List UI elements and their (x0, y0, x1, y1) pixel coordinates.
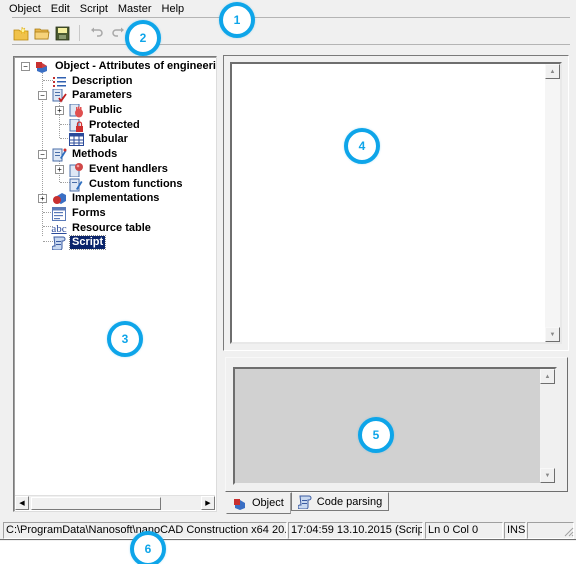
list-icon (51, 75, 67, 89)
tree-node-label: Protected (89, 119, 140, 131)
collapse-methods-toggle[interactable]: − (38, 150, 47, 159)
abc-resource-icon: abc (51, 222, 67, 235)
toolbar-separator (79, 25, 80, 41)
tab-label: Code parsing (316, 495, 383, 508)
script-editor[interactable]: ▲ ▼ (230, 62, 562, 344)
editor-vertical-scrollbar[interactable]: ▲ ▼ (545, 64, 560, 342)
bottom-tabs: Object Code parsing (226, 492, 390, 514)
save-icon (55, 26, 70, 40)
callout-6: 6 (130, 531, 166, 564)
script-scroll-icon (297, 495, 312, 509)
tree-horizontal-scrollbar[interactable]: ◀ ▶ (15, 495, 215, 510)
expand-implementations-toggle[interactable]: + (38, 194, 47, 203)
script-scroll-icon (51, 236, 67, 250)
redo-button[interactable] (109, 25, 126, 42)
tree-node-methods[interactable]: Methods (51, 147, 119, 162)
tab-object[interactable]: Object (226, 493, 291, 514)
output-frame: ▲ ▼ (225, 357, 568, 492)
custom-function-icon (68, 178, 84, 192)
collapse-parameters-toggle[interactable]: − (38, 91, 47, 100)
tree-node-protected[interactable]: Protected (68, 118, 142, 133)
menu-separator (12, 17, 570, 18)
scroll-up-button[interactable]: ▲ (545, 64, 560, 79)
status-insert-mode: INS (504, 522, 526, 539)
callout-4: 4 (344, 128, 380, 164)
methods-icon (51, 148, 67, 162)
menu-help[interactable]: Help (157, 1, 190, 17)
expand-event-handlers-toggle[interactable]: + (55, 165, 64, 174)
tree-node-forms[interactable]: Forms (51, 206, 108, 221)
tree-node-object[interactable]: Object - Attributes of engineering (34, 59, 217, 74)
tree-node-label: Description (72, 75, 133, 87)
scroll-left-button[interactable]: ◀ (15, 496, 29, 510)
tree-node-custom-functions[interactable]: Custom functions (68, 177, 185, 192)
table-grid-icon (68, 133, 84, 147)
callout-2: 2 (125, 20, 161, 56)
tree-node-label: Public (89, 104, 123, 116)
tab-label: Object (252, 497, 284, 509)
status-cursor-position: Ln 0 Col 0 (425, 522, 503, 539)
expand-public-toggle[interactable]: + (55, 106, 64, 115)
resize-grip-icon[interactable] (562, 525, 574, 537)
tree-node-label: Resource table (72, 222, 151, 234)
tree-node-tabular[interactable]: Tabular (68, 132, 130, 147)
scroll-down-button[interactable]: ▼ (540, 468, 555, 483)
object-cube-icon (34, 60, 50, 74)
status-datetime: 17:04:59 13.10.2015 (Script) (288, 522, 423, 539)
menu-script[interactable]: Script (75, 1, 113, 17)
tree-node-label: Methods (72, 148, 118, 160)
tree-node-event-handlers[interactable]: Event handlers (68, 162, 170, 177)
application-window: Object Edit Script Master Help − − + − +… (0, 0, 576, 541)
tree-node-label: Custom functions (89, 178, 183, 190)
tree-node-parameters[interactable]: Parameters (51, 88, 134, 103)
tree-node-implementations[interactable]: Implementations (51, 191, 161, 206)
tree-node-public[interactable]: Public (68, 103, 124, 118)
callout-3: 3 (107, 321, 143, 357)
new-file-icon (13, 25, 28, 40)
protected-lock-icon (68, 118, 84, 133)
menu-edit[interactable]: Edit (46, 1, 75, 17)
scroll-down-button[interactable]: ▼ (545, 327, 560, 342)
status-bar: C:\ProgramData\Nanosoft\nanoCAD Construc… (0, 520, 576, 540)
tree-node-script[interactable]: Script (51, 235, 107, 250)
tree-node-label: Forms (72, 207, 106, 219)
tree-node-resource-table[interactable]: abc Resource table (51, 221, 153, 236)
tab-code-parsing[interactable]: Code parsing (290, 492, 390, 511)
parameters-check-icon (51, 88, 67, 103)
public-hand-icon (68, 103, 84, 118)
tree-node-label: Parameters (72, 89, 132, 101)
implementations-icon (51, 192, 67, 206)
menu-master[interactable]: Master (113, 1, 157, 17)
open-button[interactable] (33, 25, 50, 42)
folder-open-icon (34, 28, 49, 39)
output-vertical-scrollbar[interactable]: ▲ ▼ (540, 369, 555, 483)
tree-node-label: Implementations (72, 192, 160, 204)
collapse-object-toggle[interactable]: − (21, 62, 30, 71)
object-cube-icon (234, 498, 245, 510)
save-button[interactable] (54, 25, 71, 42)
scroll-right-button[interactable]: ▶ (201, 496, 215, 510)
script-editor-frame: ▲ ▼ (223, 55, 569, 351)
callout-1: 1 (219, 2, 255, 38)
new-button[interactable] (12, 25, 29, 42)
tree-node-label: Event handlers (89, 163, 168, 175)
tree-node-description[interactable]: Description (51, 74, 135, 89)
scroll-thumb[interactable] (31, 497, 161, 510)
tree-node-label: Object - Attributes of engineering (55, 60, 217, 72)
toolbar-separator-line (12, 44, 570, 45)
redo-icon (111, 27, 124, 37)
undo-icon (90, 27, 103, 37)
object-tree-panel[interactable]: − − + − + + Object - Attributes of engin… (13, 56, 217, 512)
callout-5: 5 (358, 417, 394, 453)
output-panel[interactable]: ▲ ▼ (233, 367, 557, 485)
toolbar (12, 23, 126, 43)
menu-bar: Object Edit Script Master Help (4, 1, 189, 17)
form-icon (51, 206, 67, 221)
tree-node-label: Tabular (89, 133, 128, 145)
tree-node-label: Script (68, 235, 107, 250)
undo-button[interactable] (88, 25, 105, 42)
menu-object[interactable]: Object (4, 1, 46, 17)
scroll-up-button[interactable]: ▲ (540, 369, 555, 384)
event-handler-icon (68, 162, 84, 177)
